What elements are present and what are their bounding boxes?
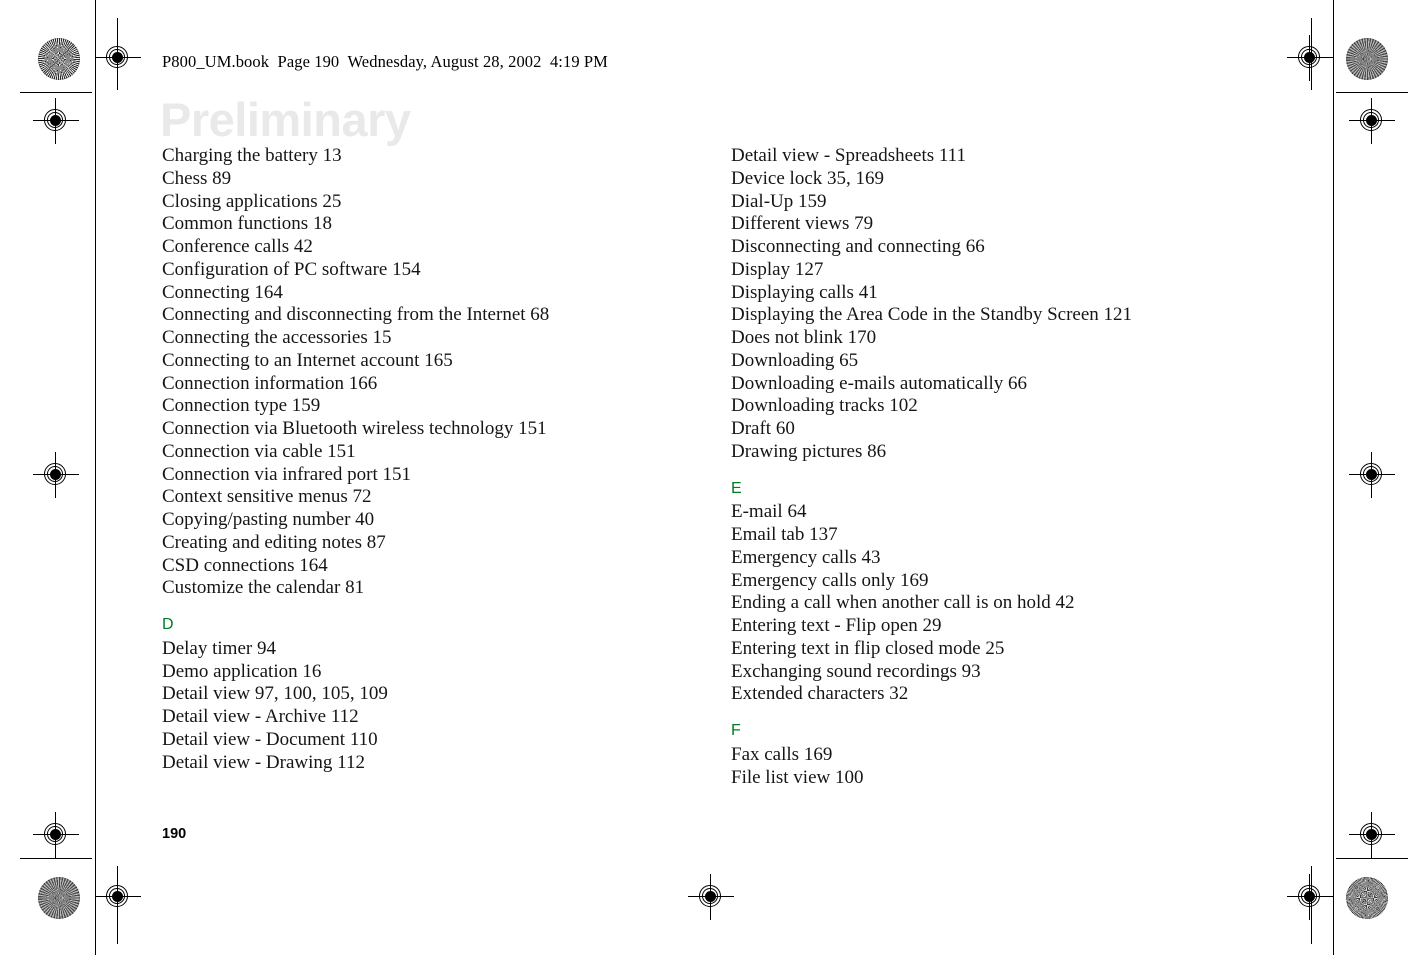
index-entry: Context sensitive menus 72 — [162, 486, 372, 508]
index-entry: Closing applications 25 — [162, 190, 342, 212]
index-entry: Connection information 166 — [162, 372, 378, 394]
index-entry: Different views 79 — [731, 213, 874, 235]
target-center-dot — [50, 115, 61, 126]
registration-target-bottom-right — [1287, 874, 1333, 920]
target-center-dot — [50, 469, 61, 480]
index-entry: Copying/pasting number 40 — [162, 509, 375, 530]
index-entry: Creating and editing notes 87 — [162, 531, 386, 553]
index-entry: Dial-Up 159 — [731, 190, 827, 212]
registration-target-bottom-left — [95, 874, 141, 920]
registration-target-upper-right-outer — [1349, 98, 1395, 144]
index-entry: Customize the calendar 81 — [162, 577, 365, 599]
index-entry: Downloading e-mails automatically 66 — [731, 372, 1028, 394]
index-entry: Connection via Bluetooth wireless techno… — [162, 418, 547, 439]
page-number-folio: 190 — [162, 826, 187, 842]
target-center-dot — [705, 891, 716, 902]
target-center-dot — [1366, 115, 1377, 126]
registration-target-middle-left — [33, 452, 79, 498]
target-center-dot — [1304, 891, 1315, 902]
index-entry: Connecting to an Internet account 165 — [162, 349, 453, 371]
index-entry: Does not blink 170 — [731, 327, 877, 348]
index-entry: Connecting the accessories 15 — [162, 327, 392, 348]
index-entry: Connecting 164 — [162, 281, 283, 303]
file-info-header: P800_UM.book Page 190 Wednesday, August … — [162, 52, 608, 71]
trim-line-right — [1333, 0, 1334, 955]
target-center-dot — [1304, 52, 1315, 63]
index-entry: Disconnecting and connecting 66 — [731, 236, 985, 257]
index-entry: Detail view - Archive 112 — [162, 706, 359, 727]
index-entry: Emergency calls 43 — [731, 546, 881, 568]
index-entry: Connecting and disconnecting from the In… — [162, 304, 550, 326]
index-entry: Downloading tracks 102 — [731, 395, 918, 417]
index-entry: Downloading 65 — [731, 349, 859, 371]
index-entry: Configuration of PC software 154 — [162, 258, 421, 280]
index-entry: Entering text in flip closed mode 25 — [731, 637, 1005, 659]
index-entry: Conference calls 42 — [162, 236, 313, 257]
starburst-mark-bottom-right — [1346, 877, 1388, 919]
index-entry: Displaying the Area Code in the Standby … — [731, 304, 1133, 326]
index-entry: Displaying calls 41 — [731, 281, 878, 303]
index-section-letter: E — [731, 479, 742, 497]
index-entry: Device lock 35, 169 — [731, 167, 885, 189]
registration-target-upper-left-outer — [33, 98, 79, 144]
index-section-letter: F — [731, 722, 741, 739]
index-entry: Email tab 137 — [731, 524, 838, 545]
index-entry: Entering text - Flip open 29 — [731, 615, 942, 636]
crop-mark-bottom-left-horizontal — [20, 858, 92, 859]
index-entry: Drawing pictures 86 — [731, 440, 887, 462]
starburst-mark-bottom-left — [38, 877, 80, 919]
target-center-dot — [1366, 469, 1377, 480]
index-entry: Ending a call when another call is on ho… — [731, 592, 1075, 614]
target-center-dot — [50, 829, 61, 840]
index-entry: Detail view - Document 110 — [162, 728, 378, 750]
index-entry: File list view 100 — [731, 766, 864, 788]
registration-target-lower-right-outer — [1349, 812, 1395, 858]
index-entry: Charging the battery 13 — [162, 145, 342, 166]
index-entry: Detail view 97, 100, 105, 109 — [162, 683, 388, 705]
index-entry: Delay timer 94 — [162, 637, 276, 659]
index-entry: Connection via infrared port 151 — [162, 463, 412, 485]
registration-target-top-left — [95, 35, 141, 81]
target-center-dot — [112, 52, 123, 63]
index-entry: Extended characters 32 — [731, 683, 909, 705]
registration-target-top-right — [1287, 35, 1333, 81]
index-entry: Demo application 16 — [162, 660, 322, 682]
registration-target-bottom-center — [688, 874, 734, 920]
index-column-left: Charging the battery 13 Chess 89 Closing a… — [162, 145, 702, 774]
registration-target-middle-right — [1349, 452, 1395, 498]
preliminary-watermark: Preliminary — [160, 93, 411, 146]
trim-line-left — [95, 0, 96, 955]
crop-mark-bottom-right-horizontal — [1336, 858, 1408, 859]
index-entry: Exchanging sound recordings 93 — [731, 660, 981, 682]
index-entry: E-mail 64 — [731, 501, 807, 523]
index-entry: Connection type 159 — [162, 395, 321, 417]
target-center-dot — [112, 891, 123, 902]
printed-page-sheet: P800_UM.book Page 190 Wednesday, August … — [0, 0, 1428, 955]
index-entry: Detail view - Drawing 112 — [162, 751, 365, 773]
index-section-letter: D — [162, 616, 174, 633]
index-entry: Common functions 18 — [162, 213, 332, 235]
index-entry: Connection via cable 151 — [162, 440, 356, 462]
index-entry: Fax calls 169 — [731, 743, 833, 765]
registration-target-lower-left-outer — [33, 812, 79, 858]
index-entry: Emergency calls only 169 — [731, 569, 929, 591]
crop-mark-top-right-horizontal — [1336, 92, 1408, 93]
crop-mark-top-left-horizontal — [20, 92, 92, 93]
target-center-dot — [1366, 829, 1377, 840]
index-entry: Chess 89 — [162, 167, 232, 189]
starburst-mark-top-left — [38, 38, 80, 80]
index-entry: Display 127 — [731, 258, 824, 280]
index-entry: CSD connections 164 — [162, 554, 328, 576]
starburst-mark-top-right — [1346, 38, 1388, 80]
index-entry: Detail view - Spreadsheets 111 — [731, 145, 966, 166]
index-column-right: Detail view - Spreadsheets 111 Device loc… — [731, 145, 1276, 789]
index-entry: Draft 60 — [731, 418, 795, 439]
